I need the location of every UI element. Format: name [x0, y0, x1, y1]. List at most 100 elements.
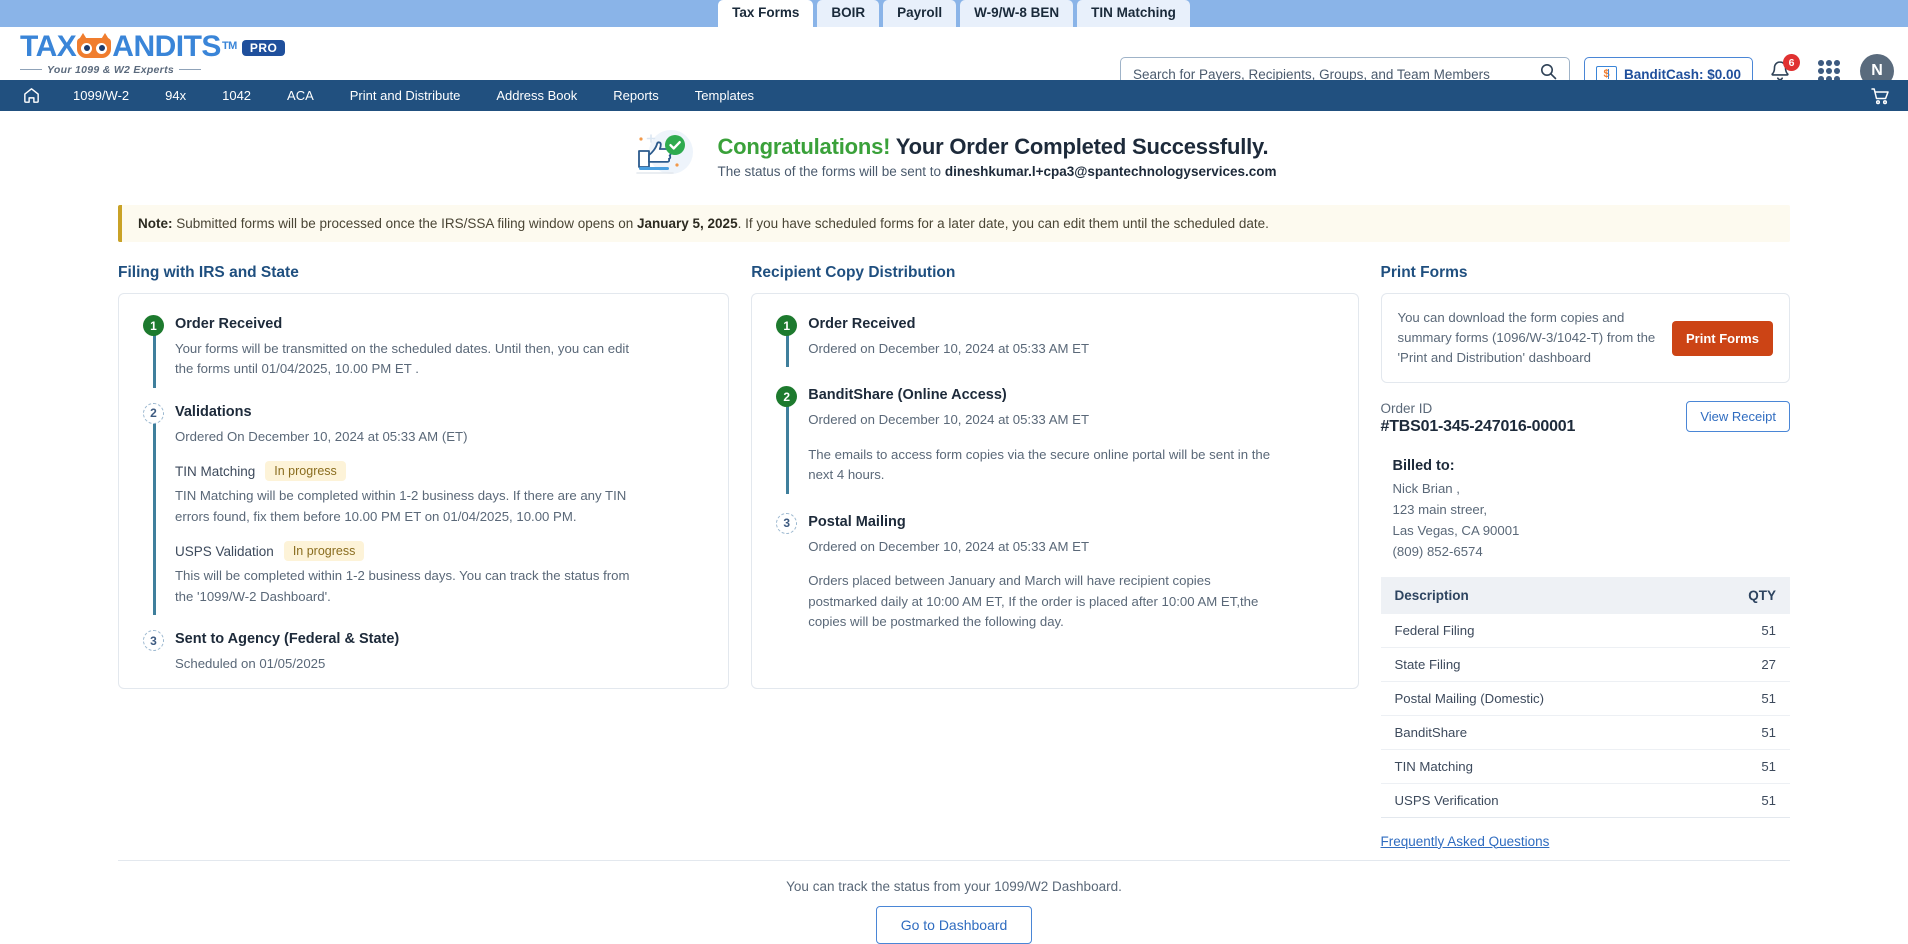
distribution-step-3-title: Postal Mailing — [808, 513, 906, 530]
step-bullet: 2 — [143, 402, 164, 424]
cell-qty: 51 — [1692, 783, 1790, 818]
congratulations-word: Congratulations! — [717, 133, 891, 159]
note-label: Note: — [138, 216, 173, 231]
order-id-value: #TBS01-345-247016-00001 — [1380, 418, 1576, 436]
congratulations-subtitle: The status of the forms will be sent to … — [717, 164, 1276, 179]
nav-item-templates[interactable]: Templates — [677, 80, 772, 111]
column-header-description: Description — [1380, 576, 1693, 614]
table-row: USPS Verification 51 — [1380, 783, 1790, 818]
step-connector — [786, 334, 789, 368]
nav-item-1099-w2[interactable]: 1099/W-2 — [55, 80, 147, 111]
cell-qty: 51 — [1692, 749, 1790, 784]
distribution-card: 1 Order Received Ordered on December 10,… — [751, 293, 1359, 689]
order-id-row: Order ID #TBS01-345-247016-00001 View Re… — [1381, 401, 1790, 436]
usps-validation-row: USPS Validation In progress — [175, 541, 706, 562]
step-bullet: 3 — [143, 630, 164, 652]
note-banner: Note: Submitted forms will be processed … — [118, 205, 1790, 242]
table-row: TIN Matching 51 — [1380, 749, 1790, 784]
step-connector — [153, 421, 156, 616]
page-footer: You can track the status from your 1099/… — [118, 860, 1790, 944]
distribution-step-2-title: BanditShare (Online Access) — [808, 387, 1007, 404]
filing-step-2-desc: Ordered On December 10, 2024 at 05:33 AM… — [175, 428, 468, 444]
tab-tax-forms[interactable]: Tax Forms — [718, 0, 814, 27]
billed-to-address: Nick Brian , 123 main streer, Las Vegas,… — [1393, 479, 1790, 562]
note-text-after: . If you have scheduled forms for a late… — [737, 216, 1269, 231]
table-row: Federal Filing 51 — [1380, 613, 1790, 648]
order-items-table: Description QTY Federal Filing 51 State … — [1380, 576, 1790, 818]
logo-wordmark: TAX ANDITS TM PRO — [20, 29, 286, 63]
column-header-qty: QTY — [1692, 576, 1790, 614]
cell-description: TIN Matching — [1380, 749, 1693, 784]
congratulations-rest: Your Order Completed Successfully. — [895, 133, 1269, 159]
subtitle-prefix: The status of the forms will be sent to — [717, 164, 945, 180]
tab-tin-matching[interactable]: TIN Matching — [1077, 0, 1190, 27]
main-navigation: 1099/W-2 94x 1042 ACA Print and Distribu… — [0, 80, 1908, 111]
usps-validation-label: USPS Validation — [175, 543, 274, 559]
step-bullet: 3 — [776, 512, 798, 534]
order-id-label: Order ID — [1380, 401, 1433, 417]
billed-name: Nick Brian , — [1392, 481, 1460, 497]
home-icon[interactable] — [22, 86, 55, 105]
table-row: BanditShare 51 — [1380, 715, 1790, 750]
app-header: TAX ANDITS TM PRO Your 1099 & W2 Experts… — [0, 27, 1908, 91]
step-bullet: 1 — [776, 315, 798, 336]
view-receipt-button[interactable]: View Receipt — [1686, 401, 1790, 433]
cell-description: Postal Mailing (Domestic) — [1380, 681, 1693, 716]
congratulations-banner: Congratulations! Your Order Completed Su… — [0, 111, 1908, 199]
step-bullet: 1 — [143, 315, 164, 336]
cell-description: BanditShare — [1380, 715, 1693, 750]
tin-matching-status-badge: In progress — [265, 461, 346, 482]
distribution-step-2-desc: Ordered on December 10, 2024 at 05:33 AM… — [808, 412, 1089, 428]
logo-text-tax: TAX — [20, 29, 77, 63]
usps-validation-desc: This will be completed within 1-2 busine… — [175, 568, 630, 604]
congratulations-title: Congratulations! Your Order Completed Su… — [717, 133, 1276, 162]
print-forms-button[interactable]: Print Forms — [1672, 320, 1773, 356]
filing-card: 1 Order Received Your forms will be tran… — [118, 293, 730, 689]
cell-description: Federal Filing — [1380, 613, 1693, 648]
browser-tab-strip: Tax Forms BOIR Payroll W-9/W-8 BEN TIN M… — [0, 0, 1908, 27]
thumbs-up-illustration — [631, 127, 703, 185]
go-to-dashboard-button[interactable]: Go to Dashboard — [875, 906, 1033, 944]
cell-qty: 27 — [1692, 647, 1790, 682]
cell-description: State Filing — [1380, 647, 1693, 682]
print-forms-column-title: Print Forms — [1380, 264, 1468, 281]
tin-matching-desc: TIN Matching will be completed within 1-… — [175, 488, 627, 524]
nav-item-print-and-distribute[interactable]: Print and Distribute — [332, 80, 479, 111]
table-row: Postal Mailing (Domestic) 51 — [1380, 681, 1790, 716]
logo-pro-badge: PRO — [241, 40, 286, 56]
owl-icon — [77, 32, 112, 58]
cart-icon[interactable] — [1870, 86, 1890, 111]
tab-payroll[interactable]: Payroll — [883, 0, 957, 27]
step-connector — [153, 334, 156, 388]
distribution-step-3: 3 Postal Mailing Ordered on December 10,… — [776, 512, 1335, 633]
distribution-column: Recipient Copy Distribution 1 Order Rece… — [751, 264, 1359, 851]
table-header-row: Description QTY — [1380, 576, 1790, 614]
tab-w9-w8-ben[interactable]: W-9/W-8 BEN — [960, 0, 1074, 27]
logo-tagline: Your 1099 & W2 Experts — [20, 64, 285, 76]
cell-qty: 51 — [1692, 681, 1790, 716]
apps-grid-icon[interactable] — [1818, 60, 1840, 82]
filing-column: Filing with IRS and State 1 Order Receiv… — [118, 264, 730, 851]
billed-city: Las Vegas, CA 90001 — [1392, 522, 1520, 538]
cell-description: USPS Verification — [1380, 783, 1693, 818]
print-forms-desc: You can download the form copies and sum… — [1397, 310, 1656, 366]
distribution-step-1: 1 Order Received Ordered on December 10,… — [776, 314, 1335, 368]
faq-link[interactable]: Frequently Asked Questions — [1381, 834, 1550, 849]
filing-step-2: 2 Validations Ordered On December 10, 20… — [143, 402, 706, 616]
logo-text-bandits: ANDITS — [112, 29, 221, 63]
distribution-step-2-extra: The emails to access form copies via the… — [808, 446, 1271, 483]
filing-step-1-title: Order Received — [175, 316, 283, 332]
filing-step-2-title: Validations — [175, 403, 252, 420]
usps-validation-status-badge: In progress — [283, 541, 365, 562]
nav-item-94x[interactable]: 94x — [147, 80, 204, 111]
tab-boir[interactable]: BOIR — [817, 0, 880, 27]
billed-street: 123 main streer, — [1392, 502, 1488, 518]
nav-item-reports[interactable]: Reports — [595, 80, 677, 111]
tin-matching-label: TIN Matching — [175, 463, 256, 479]
nav-item-aca[interactable]: ACA — [269, 80, 332, 111]
nav-item-address-book[interactable]: Address Book — [478, 80, 595, 111]
nav-item-1042[interactable]: 1042 — [204, 80, 269, 111]
print-forms-column: Print Forms You can download the form co… — [1380, 264, 1790, 851]
taxbandits-logo[interactable]: TAX ANDITS TM PRO Your 1099 & W2 Experts — [20, 29, 286, 76]
filing-step-3-desc: Scheduled on 01/05/2025 — [175, 656, 326, 672]
